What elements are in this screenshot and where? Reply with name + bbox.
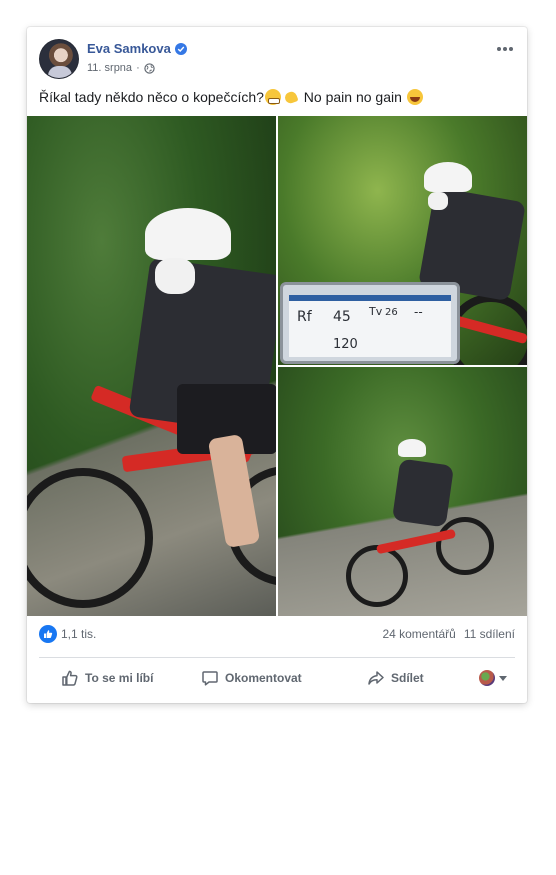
- bike-front-wheel: [346, 545, 408, 607]
- tablet-rf-value: 45: [333, 309, 351, 325]
- avatar-figure: [48, 66, 72, 78]
- share-arrow-icon: [368, 671, 384, 685]
- post-text: Říkal tady někdo něco o kopečcích? No pa…: [39, 88, 424, 106]
- author-avatar[interactable]: [39, 39, 79, 79]
- share-button-label: Sdílet: [391, 671, 424, 685]
- post-actions: To se mi líbí Okomentovat Sdílet: [39, 663, 515, 693]
- actions-divider: [39, 657, 515, 658]
- rider-helmet: [145, 208, 231, 260]
- author-name[interactable]: Eva Samkova: [87, 41, 171, 56]
- tablet-dashes: --: [414, 305, 423, 319]
- like-count[interactable]: 1,1 tis.: [61, 627, 96, 641]
- chevron-down-icon: [499, 675, 507, 681]
- rider-helmet: [424, 162, 472, 192]
- comment-button-label: Okomentovat: [225, 671, 302, 685]
- tablet-screen: Rf 45 Tv 26 -- 120: [289, 295, 451, 357]
- breathing-mask: [155, 258, 195, 294]
- flexed-biceps-icon: [283, 89, 299, 105]
- photo-cyclist-with-tablet[interactable]: Rf 45 Tv 26 -- 120: [278, 116, 527, 365]
- laughing-face-icon: [406, 89, 423, 105]
- bike-front-wheel: [27, 468, 153, 608]
- tablet-tv-label: Tv: [369, 305, 383, 318]
- verified-badge-icon: [174, 42, 187, 55]
- post-header: Eva Samkova 11. srpna ·: [39, 39, 515, 79]
- tablet-tv-value: 26: [385, 307, 398, 318]
- breathing-mask: [428, 192, 448, 210]
- comment-share-counts: 24 komentářů 11 sdílení: [382, 627, 515, 641]
- share-count[interactable]: 11 sdílení: [464, 627, 515, 641]
- photo-grid: Rf 45 Tv 26 -- 120: [27, 116, 527, 616]
- rider-jersey: [391, 458, 455, 528]
- tablet-rf-label: Rf: [297, 309, 312, 325]
- post-text-part-1: Říkal tady někdo něco o kopečcích?: [39, 89, 264, 105]
- meta-separator: ·: [136, 62, 140, 74]
- like-button[interactable]: To se mi líbí: [61, 663, 153, 693]
- tablet-bottom-value: 120: [333, 337, 358, 352]
- photo-main-cyclist[interactable]: [27, 116, 276, 616]
- comment-button[interactable]: Okomentovat: [201, 663, 302, 693]
- reaction-identity-selector[interactable]: [479, 663, 507, 693]
- share-button[interactable]: Sdílet: [367, 663, 424, 693]
- tablet-device: Rf 45 Tv 26 -- 120: [280, 282, 460, 364]
- comment-count[interactable]: 24 komentářů: [382, 627, 455, 641]
- post-text-part-2: No pain no gain: [299, 89, 406, 105]
- rider-helmet: [398, 439, 426, 457]
- post-card: Eva Samkova 11. srpna · Říkal tady někdo…: [27, 27, 527, 703]
- like-button-label: To se mi líbí: [85, 671, 154, 685]
- post-date[interactable]: 11. srpna: [87, 62, 132, 74]
- comment-bubble-icon: [202, 671, 218, 686]
- globe-icon[interactable]: [144, 62, 155, 74]
- author-name-row: Eva Samkova: [87, 41, 187, 56]
- bike-rear-wheel: [436, 517, 494, 575]
- post-meta: 11. srpna ·: [87, 62, 155, 74]
- more-options-icon[interactable]: [495, 41, 515, 57]
- grimacing-face-icon: [264, 89, 281, 105]
- thumbs-up-icon: [62, 670, 78, 686]
- page-avatar-icon: [479, 670, 495, 686]
- photo-cyclist-on-road[interactable]: [278, 367, 527, 616]
- engagement-stats: 1,1 tis. 24 komentářů 11 sdílení: [39, 624, 515, 644]
- like-reaction-icon[interactable]: [39, 625, 57, 643]
